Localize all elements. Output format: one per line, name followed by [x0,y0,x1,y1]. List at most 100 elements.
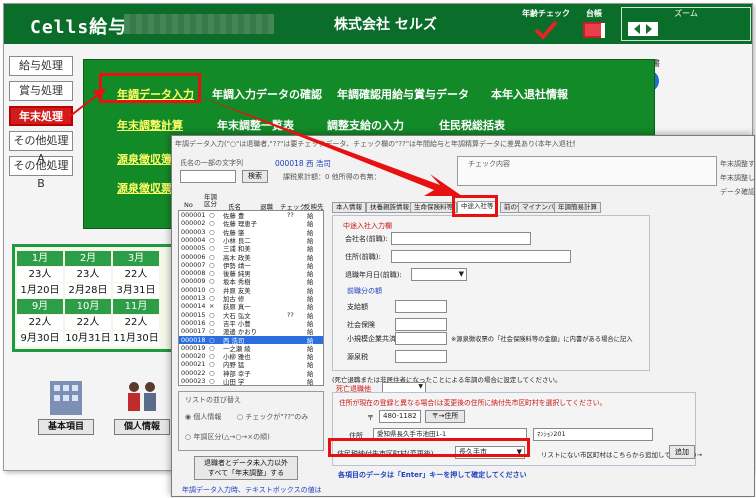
check-box: チェック内容 [457,156,717,186]
employee-row[interactable]: 000015 ○ 大石 弘文?? 給 [179,311,323,320]
tab-simple-calc[interactable]: 年調簡易計算 [554,202,601,213]
add-city-button[interactable]: 追加 [669,445,695,459]
employee-row[interactable]: 000017 ○ 渡邊 かおり給 [179,327,323,336]
nencho-check-button[interactable]: 年齢チェック [522,8,570,43]
employee-cell-k: ○ [209,360,215,369]
employee-cell-no: 000019 [181,343,206,352]
employee-row[interactable]: 000020 ○ 小柳 雅也給 [179,352,323,361]
menu-adjust-payment[interactable]: 調整支給の入力 [327,117,404,133]
personal-info-button[interactable]: 個人情報 [114,377,170,435]
menu-highlight-box [99,73,201,103]
search-button[interactable]: 検索 [242,170,268,183]
ledger-label: 台帳 [586,9,602,18]
ledger-button[interactable]: 台帳 [576,8,612,43]
building-input[interactable]: ﾏﾝｼｮﾝ201 [533,428,653,441]
employee-cell-k: ○ [209,343,215,352]
employee-row[interactable]: 000001 ○ 佐藤 豊?? 給 [179,211,323,220]
salary-label: 支給額 [347,303,368,311]
cal-count: 22人 [65,315,111,330]
employee-cell-no: 000004 [181,235,206,244]
tab-insurance[interactable]: 生命保険料等 [410,202,457,213]
employee-row[interactable]: 000010 ○ 井原 友美給 [179,285,323,295]
employee-row[interactable]: 000006 ○ 高木 政美給 [179,253,323,262]
menu-salary-bonus-data[interactable]: 年調確認用給与賞与データ [337,86,469,102]
prev-amount-label: 前職分の額 [347,287,382,295]
sort-personal-radio[interactable]: ◉ 個人情報 [185,412,221,422]
cal-month[interactable]: 1月 [17,251,63,266]
zoom-control[interactable]: ズーム [621,7,751,41]
cal-month[interactable]: 3月 [113,251,159,266]
cal-month[interactable]: 2月 [65,251,111,266]
menu-year-end-calc[interactable]: 年末調整計算 [117,117,183,133]
salary-input[interactable] [395,300,447,313]
employee-cell-no: 000014 [181,302,206,311]
cal-month[interactable]: 9月 [17,299,63,314]
cal-count: 23人 [65,267,111,282]
cal-count: 22人 [113,267,159,282]
nav-year-end[interactable]: 年末処理 [9,106,73,126]
cal-month[interactable]: 11月 [113,299,159,314]
employee-cell-no: 000010 [181,285,206,294]
blurred-user-info [124,14,274,34]
zoom-label: ズーム [674,9,698,18]
employee-cell-k: ○ [209,335,215,344]
sort-kubun-radio[interactable]: ○ 年調区分(△→○→×の順) [185,432,270,442]
employee-code-name: 000018 西 浩司 [275,159,331,168]
menu-withholding-slip[interactable]: 源泉徴収票 [117,180,172,196]
zip-input[interactable]: 480-1182 [379,410,421,423]
employee-row[interactable]: 000019 ○ 一之瀬 綾給 [179,343,323,353]
people-icon [128,382,156,411]
zip-to-address-button[interactable]: 〒→住所 [425,410,465,423]
company-name: 株式会社 セルズ [334,17,437,33]
nav-salary[interactable]: 給与処理 [9,56,73,76]
employee-row[interactable]: 000016 ○ 吉平 小豊給 [179,319,323,328]
employee-row[interactable]: 000013 ○ 加古 修給 [179,294,323,303]
employee-row[interactable]: 000004 ○ 小林 良二給 [179,235,323,245]
nav-other-a[interactable]: その他処理 A [9,131,73,165]
tab-dependents[interactable]: 扶養親族情報 [366,202,413,213]
basic-items-button[interactable]: 基本項目 [38,377,94,435]
menu-year-end-list[interactable]: 年末調整一覧表 [217,117,294,133]
mid-year-hire-form: 中途入社入力欄 会社名(前職): 住所(前職): 退職年月日(前職): ▼ 前職… [332,215,650,371]
employee-row[interactable]: 000009 ○ 坂本 秀樹給 [179,277,323,286]
nav-bonus[interactable]: 賞与処理 [9,81,73,101]
building-icon [50,381,82,415]
employee-list[interactable]: 000001 ○ 佐藤 豊?? 給 000002 ○ 佐藤 理恵子給 000003 ○ 佐藤 肇給… [178,210,324,386]
right-note-2: 年末調整し [720,174,755,182]
menu-resident-tax-summary[interactable]: 住民税総括表 [439,117,505,133]
sort-check-radio[interactable]: ○ チェックが"??"のみ [237,412,308,422]
employee-row[interactable]: 000002 ○ 佐藤 理恵子給 [179,219,323,228]
employee-row[interactable]: 000023 ○ 山田 学 給 [179,377,323,386]
menu-hire-retire-info[interactable]: 本年入退社情報 [491,86,568,102]
retire-date-select[interactable]: ▼ [411,268,467,281]
employee-row[interactable]: 000005 ○ 三浦 和美給 [179,244,323,253]
small-business-input[interactable] [395,332,447,345]
app-title: Cells給与 [30,17,128,38]
tab-personal[interactable]: 本人情報 [332,202,366,213]
withholding-tax-input[interactable] [395,350,447,363]
employee-cell-no: 000021 [181,360,206,369]
year-end-all-button[interactable]: 退職者とデータ未入力以外 すべて「年末調整」する [194,456,298,480]
employee-cell-no: 000003 [181,227,206,236]
nav-other-b[interactable]: その他処理 B [9,156,73,190]
prev-address-input[interactable] [391,250,571,263]
employee-row[interactable]: 000021 ○ 内野 猛給 [179,360,323,369]
social-insurance-input[interactable] [395,318,447,331]
employee-row[interactable]: 000022 ○ 神部 幸子給 [179,369,323,378]
cal-month[interactable]: 10月 [65,299,111,314]
employee-row[interactable]: 000008 ○ 後藤 純男給 [179,269,323,278]
check-label: チェック内容 [468,160,510,168]
menu-nencho-data-check[interactable]: 年調入力データの確認 [212,86,322,102]
employee-row[interactable]: 000007 ○ 伊勢 靖一給 [179,260,323,270]
prev-company-input[interactable] [391,232,531,245]
employee-cell-ref: 給 [307,378,314,386]
menu-withholding-ledger[interactable]: 源泉徴収簿 [117,151,172,167]
bottom-link[interactable]: 年調データ入力時、テキストボックスの値は [182,485,322,495]
employee-row[interactable]: 000018 ○ 西 浩司給 [179,335,323,345]
employee-row[interactable]: 000014 × 荻原 真一給 [179,302,323,311]
cal-date: 1月20日 [17,283,63,298]
zip-mark: 〒 [367,414,374,422]
employee-row[interactable]: 000003 ○ 佐藤 肇給 [179,227,323,237]
search-input[interactable] [180,170,236,183]
employee-cell-k: ○ [209,260,215,269]
